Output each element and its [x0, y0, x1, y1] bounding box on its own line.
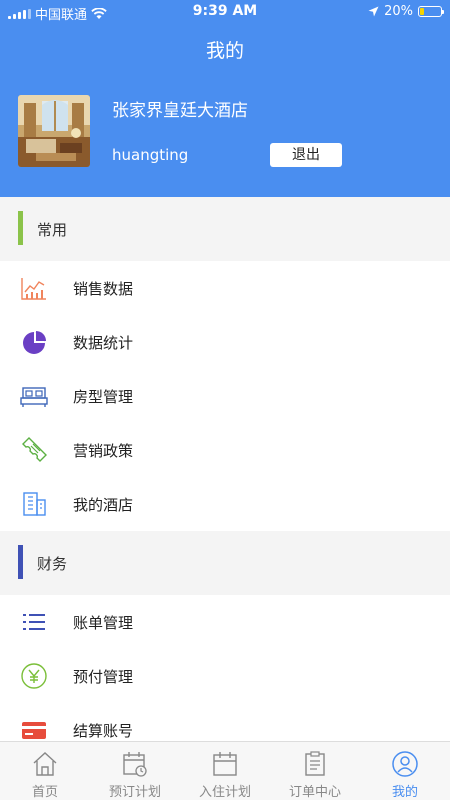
- page-title: 我的: [205, 40, 244, 62]
- profile-header: 中国联通 9:39 AM 20% 我的 张家界皇廷大酒店 huangting 退…: [0, 0, 450, 197]
- card-icon: [22, 722, 46, 739]
- list-icon: [23, 614, 45, 630]
- section-title: 财务: [37, 555, 68, 573]
- menu-item-bill-management[interactable]: 账单管理: [0, 595, 450, 649]
- section-header-common: 常用: [0, 197, 450, 261]
- hotel-photo: [18, 95, 90, 167]
- section-title: 常用: [37, 221, 68, 239]
- tab-mine[interactable]: 我的: [360, 742, 450, 800]
- bed-icon: [20, 387, 48, 407]
- logout-button[interactable]: 退出: [270, 143, 342, 167]
- calendar-icon: [213, 752, 237, 776]
- menu-item-label: 结算账号: [73, 722, 134, 740]
- clipboard-icon: [305, 751, 325, 776]
- menu-item-prepay-management[interactable]: 预付管理: [0, 649, 450, 703]
- menu-item-label: 我的酒店: [73, 496, 134, 514]
- calendar-clock-icon: [123, 752, 147, 777]
- home-icon: [33, 752, 57, 776]
- tab-label: 预订计划: [108, 785, 161, 800]
- menu-item-label: 营销政策: [73, 442, 134, 460]
- user-icon: [392, 751, 418, 777]
- menu-item-my-hotel[interactable]: 我的酒店: [0, 477, 450, 531]
- menu-item-room-types[interactable]: 房型管理: [0, 369, 450, 423]
- tab-home[interactable]: 首页: [0, 742, 90, 800]
- battery-percent: 20%: [384, 4, 413, 19]
- finance-menu-list: 账单管理 预付管理 结算账号: [0, 595, 450, 757]
- tab-order-center[interactable]: 订单中心: [270, 742, 360, 800]
- menu-item-marketing-policy[interactable]: 营销政策: [0, 423, 450, 477]
- tab-label: 首页: [31, 785, 58, 800]
- menu-item-label: 房型管理: [73, 388, 134, 406]
- building-icon: [23, 492, 46, 516]
- yen-icon: [21, 663, 47, 689]
- common-menu-list: 销售数据 数据统计 房型管理 营销政策 我的酒店: [0, 261, 450, 531]
- tab-label: 订单中心: [288, 785, 341, 800]
- menu-item-sales-data[interactable]: 销售数据: [0, 261, 450, 315]
- tab-checkin-plan[interactable]: 入住计划: [180, 742, 270, 800]
- menu-item-label: 预付管理: [73, 668, 134, 686]
- bottom-tab-bar: 首页 预订计划 入住计划 订单中心 我的: [0, 741, 450, 800]
- menu-item-label: 销售数据: [73, 280, 134, 298]
- sales-chart-icon: [21, 278, 46, 300]
- tab-booking-plan[interactable]: 预订计划: [90, 742, 180, 800]
- section-accent-bar: [18, 211, 23, 245]
- hotel-name: 张家界皇廷大酒店: [112, 101, 248, 121]
- menu-item-label: 账单管理: [73, 614, 134, 632]
- location-arrow-icon: [368, 6, 379, 17]
- menu-item-label: 数据统计: [73, 334, 134, 352]
- status-bar: 中国联通 9:39 AM 20%: [0, 0, 450, 26]
- pie-chart-icon: [23, 331, 46, 354]
- section-header-finance: 财务: [0, 531, 450, 595]
- tab-label: 入住计划: [198, 785, 251, 800]
- ticket-icon: [22, 437, 47, 462]
- menu-item-data-statistics[interactable]: 数据统计: [0, 315, 450, 369]
- section-accent-bar: [18, 545, 23, 579]
- battery-icon: [418, 6, 444, 17]
- username: huangting: [112, 146, 189, 164]
- tab-label: 我的: [391, 785, 418, 800]
